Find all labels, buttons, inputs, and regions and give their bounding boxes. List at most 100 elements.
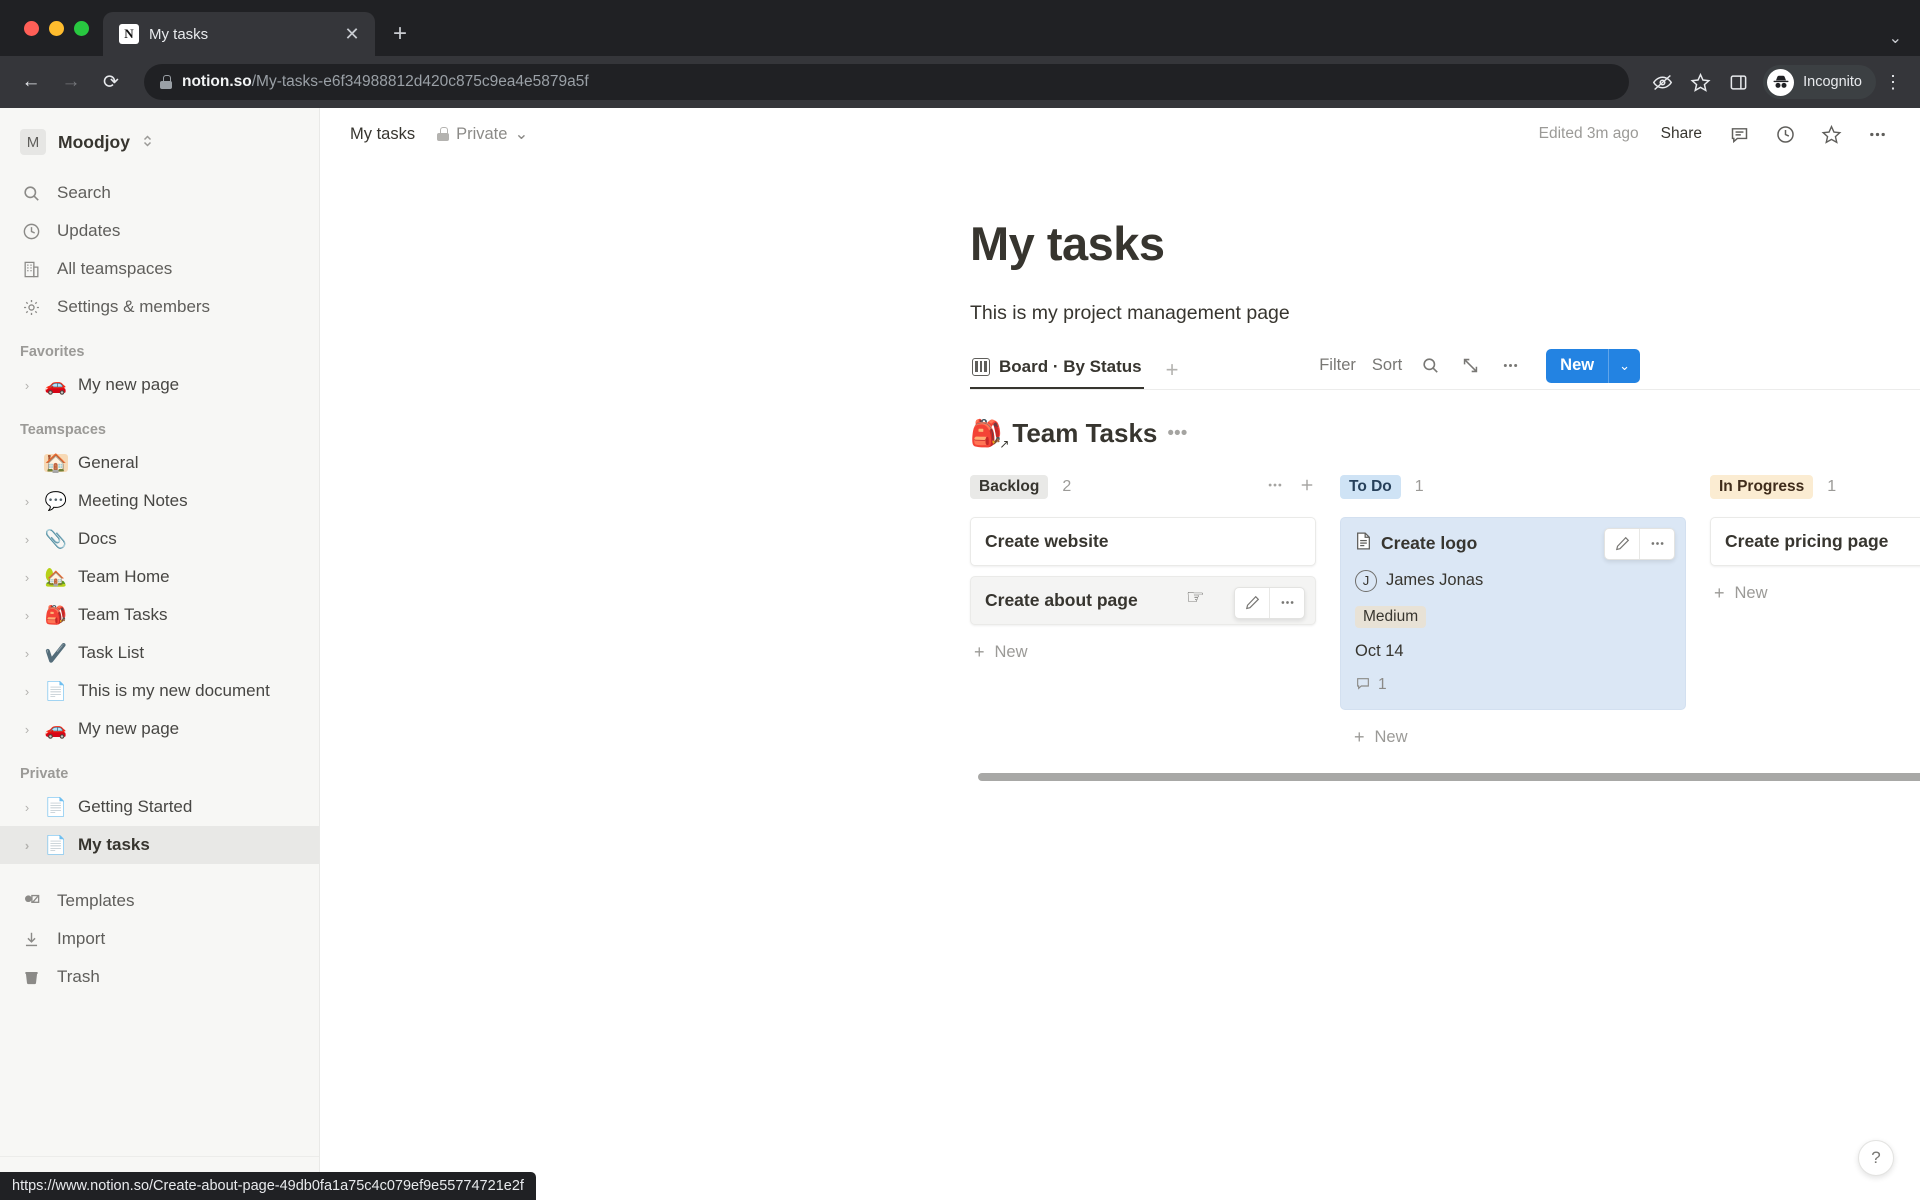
column-add-card-icon[interactable] (1298, 476, 1316, 498)
plus-icon: + (1354, 727, 1365, 748)
minimize-window-button[interactable] (49, 20, 64, 36)
board-card[interactable]: Create about page ☞ (970, 575, 1316, 625)
new-record-button[interactable]: New ⌄ (1546, 348, 1640, 383)
incognito-profile-button[interactable]: Incognito (1763, 65, 1876, 99)
add-card-button[interactable]: + New (1710, 576, 1920, 611)
edit-pencil-icon[interactable] (1235, 588, 1269, 618)
card-more-icon[interactable] (1640, 529, 1674, 559)
topbar-actions: Edited 3m ago Share (1539, 119, 1892, 149)
sidebar-item-team-home[interactable]: › 🏡 Team Home (0, 558, 319, 596)
more-options-icon[interactable] (1862, 119, 1892, 149)
sidebar-item-my-new-page-fav[interactable]: › 🚗 My new page (0, 366, 319, 404)
sidebar-item-trash[interactable]: Trash (0, 958, 319, 996)
page-body: My tasks This is my project management p… (320, 160, 1920, 781)
bookmark-star-icon[interactable] (1683, 65, 1717, 99)
tab-search-chevron-down-icon[interactable]: ⌄ (1889, 28, 1902, 48)
sidebar-item-updates[interactable]: Updates (0, 212, 319, 250)
sidebar-item-label: Getting Started (78, 797, 193, 816)
sidebar-item-general[interactable]: › 🏠 General (0, 444, 319, 482)
chevron-right-icon[interactable]: › (20, 494, 34, 509)
back-button[interactable]: ← (14, 65, 48, 99)
workspace-switcher[interactable]: M Moodjoy (14, 124, 309, 160)
sidebar-item-label: General (78, 453, 139, 472)
sidebar-item-docs[interactable]: › 📎 Docs (0, 520, 319, 558)
add-card-button[interactable]: + New (970, 635, 1316, 670)
tab-board-by-status[interactable]: Board · By Status (970, 351, 1144, 389)
chevron-right-icon[interactable]: › (20, 838, 34, 853)
board-card[interactable]: Create logo J James Jonas Medium Oct 14 … (1340, 516, 1686, 710)
eye-slash-icon[interactable] (1645, 65, 1679, 99)
board-horizontal-scrollbar[interactable] (978, 772, 1920, 781)
expand-icon[interactable] (1458, 354, 1482, 378)
sort-button[interactable]: Sort (1372, 356, 1402, 375)
add-view-button[interactable]: + (1166, 358, 1179, 381)
board-group-title[interactable]: Team Tasks (1012, 418, 1157, 449)
sidebar-item-label: Meeting Notes (78, 491, 188, 510)
chevron-right-icon[interactable]: › (20, 532, 34, 547)
sidebar-item-label: Import (57, 929, 106, 948)
sidebar-item-search[interactable]: Search (0, 174, 319, 212)
close-window-button[interactable] (24, 20, 39, 36)
search-icon[interactable] (1418, 354, 1442, 378)
sidebar-item-label: Search (57, 183, 111, 202)
sidebar-bottom-nav: Templates Import Trash (0, 882, 319, 996)
breadcrumb-page-title[interactable]: My tasks (344, 122, 421, 147)
sidebar: M Moodjoy Search Updates All teamspaces … (0, 108, 320, 1200)
column-more-icon[interactable] (1266, 476, 1284, 498)
history-icon[interactable] (1770, 119, 1800, 149)
chevron-right-icon[interactable]: › (20, 646, 34, 661)
sidebar-item-import[interactable]: Import (0, 920, 319, 958)
chevron-right-icon[interactable]: › (20, 570, 34, 585)
browser-tab[interactable]: N My tasks ✕ (103, 12, 375, 56)
page-description[interactable]: This is my project management page (970, 302, 1920, 325)
share-button[interactable]: Share (1655, 121, 1708, 147)
chevron-right-icon[interactable]: › (20, 378, 34, 393)
last-edited-label[interactable]: Edited 3m ago (1539, 125, 1639, 143)
sidebar-item-this-is-my-new-document[interactable]: › 📄 This is my new document (0, 672, 319, 710)
help-button[interactable]: ? (1858, 1140, 1894, 1176)
sidebar-item-all-teamspaces[interactable]: All teamspaces (0, 250, 319, 288)
url-path: /My-tasks-e6f34988812d420c875c9ea4e5879a… (251, 73, 589, 90)
close-tab-icon[interactable]: ✕ (341, 25, 363, 43)
filter-button[interactable]: Filter (1319, 356, 1356, 375)
sidebar-item-my-new-page[interactable]: › 🚗 My new page (0, 710, 319, 748)
board-group-header: 🎒 ↗ Team Tasks ••• (970, 418, 1920, 451)
new-tab-button[interactable]: + (393, 22, 407, 46)
edit-pencil-icon[interactable] (1605, 529, 1639, 559)
address-bar[interactable]: notion.so/My-tasks-e6f34988812d420c875c9… (144, 64, 1630, 100)
sidebar-item-team-tasks[interactable]: › 🎒 Team Tasks (0, 596, 319, 634)
add-card-button[interactable]: + New (1340, 720, 1686, 755)
chevron-down-icon[interactable]: ⌄ (1609, 358, 1640, 374)
star-icon[interactable] (1816, 119, 1846, 149)
sidebar-item-templates[interactable]: Templates (0, 882, 319, 920)
chevron-right-icon[interactable]: › (20, 722, 34, 737)
sidebar-item-meeting-notes[interactable]: › 💬 Meeting Notes (0, 482, 319, 520)
comment-icon[interactable] (1724, 119, 1754, 149)
page-emoji-icon: 🚗 (44, 375, 68, 395)
more-options-icon[interactable] (1498, 354, 1522, 378)
card-more-icon[interactable] (1270, 588, 1304, 618)
side-panel-icon[interactable] (1721, 65, 1755, 99)
sidebar-item-getting-started[interactable]: › 📄 Getting Started (0, 788, 319, 826)
board-column-backlog: Backlog 2 Create website Create about pa… (970, 471, 1316, 670)
chevron-right-icon[interactable]: › (20, 608, 34, 623)
add-card-label: New (1374, 727, 1408, 746)
board-card[interactable]: Create pricing page (1710, 516, 1920, 566)
browser-menu-icon[interactable]: ⋮ (1880, 73, 1906, 91)
sidebar-item-task-list[interactable]: › ✔️ Task List (0, 634, 319, 672)
board-card[interactable]: Create website (970, 516, 1316, 566)
reload-button[interactable]: ⟳ (94, 65, 128, 99)
sidebar-item-label: My new page (78, 719, 180, 738)
sidebar-item-my-tasks[interactable]: › 📄 My tasks (0, 826, 319, 864)
maximize-window-button[interactable] (74, 20, 89, 36)
page-title[interactable]: My tasks (970, 218, 1920, 270)
page-privacy-selector[interactable]: Private ⌄ (431, 121, 534, 147)
board-group-more-icon[interactable]: ••• (1167, 424, 1187, 443)
tab-title: My tasks (149, 25, 209, 43)
sidebar-item-settings-members[interactable]: Settings & members (0, 288, 319, 326)
board-view-icon (972, 357, 990, 376)
chevron-right-icon[interactable]: › (20, 684, 34, 699)
scrollbar-thumb[interactable] (978, 772, 1920, 781)
forward-button[interactable]: → (54, 65, 88, 99)
chevron-right-icon[interactable]: › (20, 800, 34, 815)
